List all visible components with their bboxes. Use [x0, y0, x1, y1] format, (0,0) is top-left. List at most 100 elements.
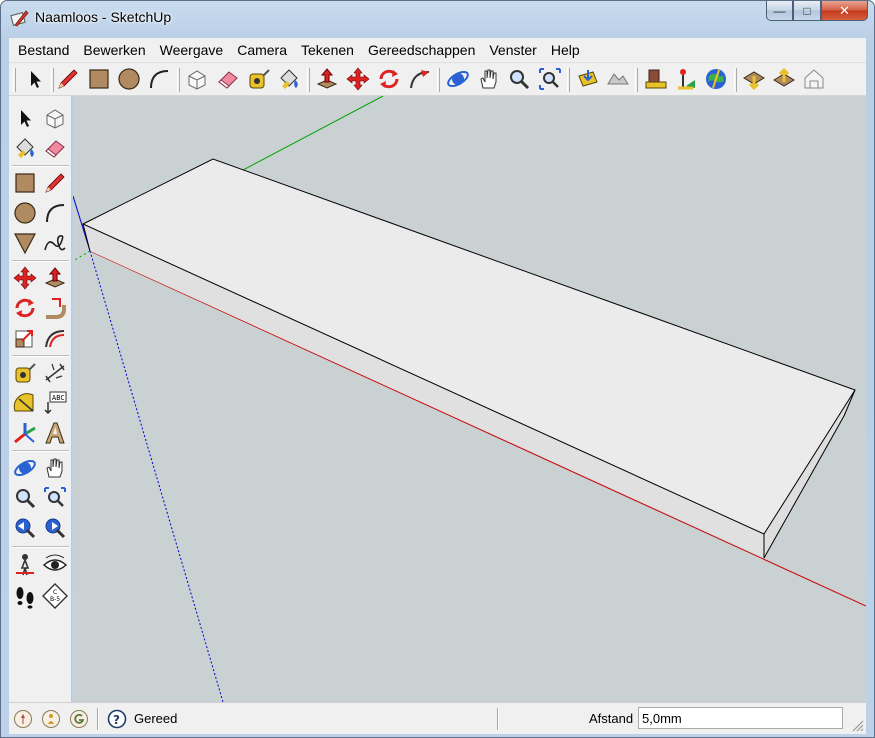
- position-camera-icon[interactable]: [12, 552, 38, 578]
- geo-location-icon[interactable]: [13, 709, 33, 729]
- menu-bewerken[interactable]: Bewerken: [76, 39, 152, 61]
- top-toolbar: [9, 62, 866, 96]
- share-component-icon[interactable]: [771, 66, 797, 92]
- menu-bar: Bestand Bewerken Weergave Camera Tekenen…: [9, 38, 866, 62]
- toolbar-grip[interactable]: [437, 68, 440, 92]
- model-canvas[interactable]: [73, 96, 866, 702]
- menu-camera[interactable]: Camera: [230, 39, 294, 61]
- arc-icon[interactable]: [146, 66, 172, 92]
- push-pull-icon[interactable]: [314, 66, 340, 92]
- move-icon[interactable]: [12, 265, 38, 291]
- orbit-icon[interactable]: [445, 66, 471, 92]
- 3d-warehouse-icon[interactable]: [801, 66, 827, 92]
- status-separator: [97, 708, 99, 730]
- rectangle-icon[interactable]: [12, 170, 38, 196]
- google-earth-icon[interactable]: [703, 66, 729, 92]
- toolbar-separator: [12, 260, 69, 262]
- circle-icon[interactable]: [12, 200, 38, 226]
- paint-bucket-icon[interactable]: [276, 66, 302, 92]
- minimize-button[interactable]: —: [766, 1, 793, 21]
- maximize-button[interactable]: □: [793, 1, 821, 21]
- eraser-icon[interactable]: [42, 135, 68, 161]
- pan-icon[interactable]: [42, 455, 68, 481]
- axes-icon[interactable]: [12, 420, 38, 446]
- dimension-icon[interactable]: [42, 360, 68, 386]
- rectangle-icon[interactable]: [86, 66, 112, 92]
- eraser-icon[interactable]: [215, 66, 241, 92]
- make-component-icon[interactable]: [42, 105, 68, 131]
- get-models-icon[interactable]: [643, 66, 669, 92]
- orbit-icon[interactable]: [12, 455, 38, 481]
- menu-tekenen[interactable]: Tekenen: [294, 39, 361, 61]
- status-bar: ? Gereed Afstand: [9, 702, 866, 734]
- scale-icon[interactable]: [12, 325, 38, 351]
- protractor-icon[interactable]: [12, 390, 38, 416]
- toolbar-grip[interactable]: [13, 68, 16, 92]
- svg-text:C: C: [53, 589, 57, 596]
- svg-text:ABC: ABC: [52, 394, 65, 402]
- text-icon[interactable]: ABC: [42, 390, 68, 416]
- rotate-icon[interactable]: [376, 66, 402, 92]
- walk-icon[interactable]: [12, 583, 38, 609]
- select-icon[interactable]: [12, 105, 38, 131]
- section-plane-icon[interactable]: C B-5: [42, 583, 68, 609]
- previous-view-icon[interactable]: [12, 515, 38, 541]
- blue-axis-negative: [89, 250, 224, 702]
- pencil-icon[interactable]: [55, 66, 81, 92]
- window-title: Naamloos - SketchUp: [35, 9, 172, 25]
- title-bar[interactable]: Naamloos - SketchUp — □ ✕: [1, 1, 874, 35]
- paint-bucket-icon[interactable]: [12, 135, 38, 161]
- make-component-icon[interactable]: [184, 66, 210, 92]
- pencil-icon[interactable]: [42, 170, 68, 196]
- toolbar-grip[interactable]: [51, 68, 54, 92]
- offset-icon[interactable]: [42, 325, 68, 351]
- follow-me-icon[interactable]: [42, 295, 68, 321]
- toolbar-grip[interactable]: [307, 68, 310, 92]
- google-signin-icon[interactable]: [69, 709, 89, 729]
- zoom-window-icon[interactable]: [42, 485, 68, 511]
- menu-gereedschappen[interactable]: Gereedschappen: [361, 39, 482, 61]
- get-models-2-icon[interactable]: [741, 66, 767, 92]
- push-pull-icon[interactable]: [42, 265, 68, 291]
- box-top-face[interactable]: [81, 158, 856, 535]
- drawing-viewport[interactable]: [73, 96, 866, 702]
- toolbar-separator: [12, 165, 69, 167]
- arc-icon[interactable]: [42, 200, 68, 226]
- zoom-icon[interactable]: [506, 66, 532, 92]
- credits-icon[interactable]: [41, 709, 61, 729]
- menu-weergave[interactable]: Weergave: [153, 39, 231, 61]
- 3d-text-icon[interactable]: [42, 420, 68, 446]
- resize-grip[interactable]: [850, 718, 864, 732]
- tape-measure-icon[interactable]: [246, 66, 272, 92]
- pan-icon[interactable]: [476, 66, 502, 92]
- measurements-input[interactable]: [638, 707, 843, 729]
- menu-bestand[interactable]: Bestand: [11, 39, 76, 61]
- toolbar-grip[interactable]: [177, 68, 180, 92]
- menu-help[interactable]: Help: [544, 39, 587, 61]
- share-model-icon[interactable]: [673, 66, 699, 92]
- zoom-extents-icon[interactable]: [537, 66, 563, 92]
- close-button[interactable]: ✕: [821, 1, 868, 21]
- help-icon[interactable]: ?: [107, 709, 127, 729]
- sketchup-window: Naamloos - SketchUp — □ ✕ Bestand Bewerk…: [0, 0, 875, 738]
- svg-text:?: ?: [113, 713, 120, 727]
- tape-measure-icon[interactable]: [12, 360, 38, 386]
- select-icon[interactable]: [22, 66, 48, 92]
- follow-me-icon[interactable]: [407, 66, 433, 92]
- circle-icon[interactable]: [116, 66, 142, 92]
- polygon-icon[interactable]: [12, 230, 38, 256]
- next-view-icon[interactable]: [42, 515, 68, 541]
- window-controls: — □ ✕: [766, 1, 868, 21]
- rotate-icon[interactable]: [12, 295, 38, 321]
- freehand-icon[interactable]: [42, 230, 68, 256]
- move-icon[interactable]: [345, 66, 371, 92]
- toggle-terrain-icon[interactable]: [605, 66, 631, 92]
- toolbar-grip[interactable]: [567, 68, 570, 92]
- menu-venster[interactable]: Venster: [482, 39, 543, 61]
- add-location-icon[interactable]: [575, 66, 601, 92]
- toolbar-grip[interactable]: [734, 68, 737, 92]
- toolbar-grip[interactable]: [635, 68, 638, 92]
- measurements-label: Afstand: [589, 711, 634, 726]
- zoom-icon[interactable]: [12, 485, 38, 511]
- look-around-icon[interactable]: [42, 552, 68, 578]
